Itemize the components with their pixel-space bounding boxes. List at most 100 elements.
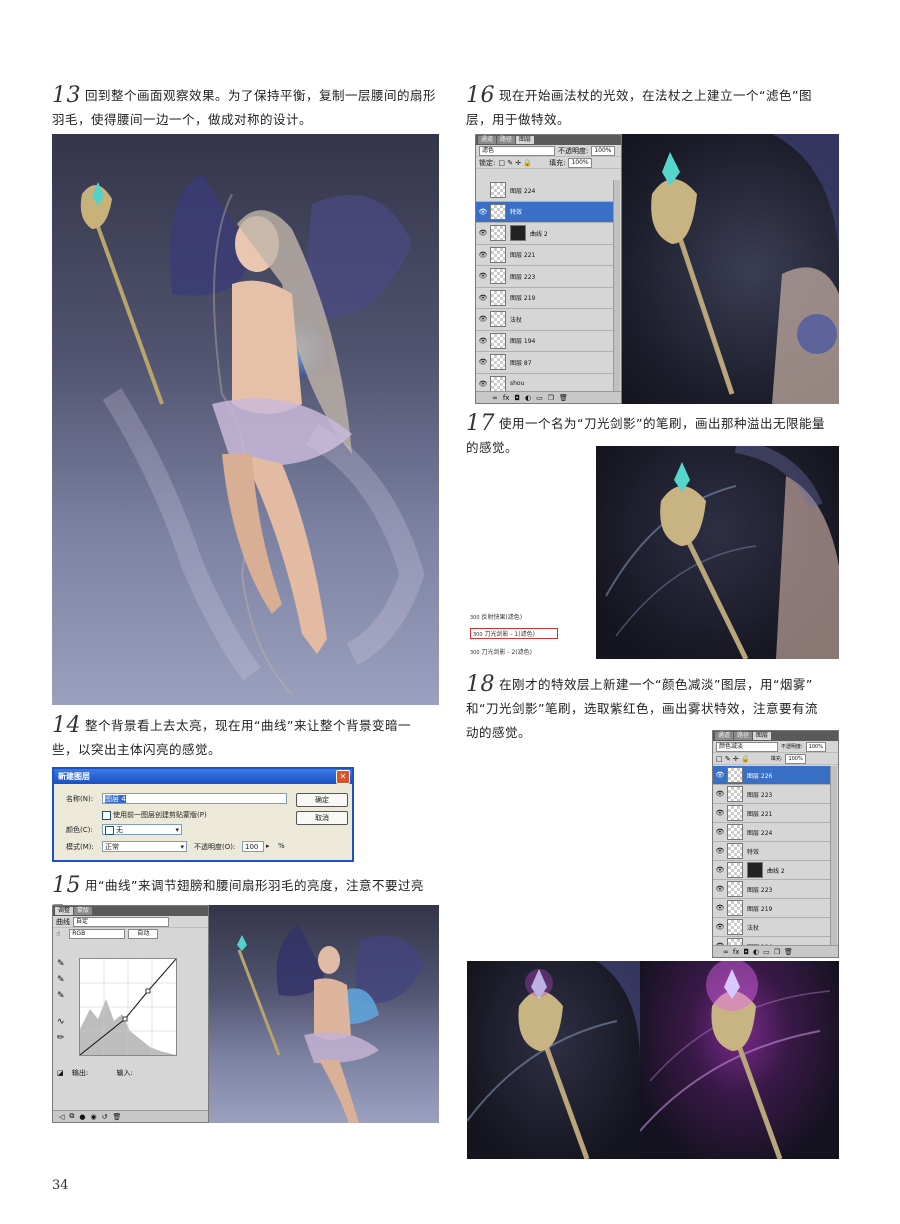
fill-input[interactable]: 100%	[568, 157, 592, 168]
tab-channels[interactable]: 通道	[478, 136, 497, 144]
layer-row[interactable]: 👁 曲线 2	[713, 861, 832, 880]
view-previous-icon[interactable]: ◉	[91, 1113, 97, 1121]
reset-icon[interactable]: ↺	[102, 1113, 108, 1121]
clip-mask-checkbox[interactable]: 使用前一图层创建剪贴蒙版(P)	[102, 810, 207, 820]
fx-icon[interactable]: fx	[733, 948, 740, 956]
eye-icon[interactable]: 👁	[476, 229, 490, 237]
folder-icon[interactable]: ▭	[536, 394, 543, 402]
eye-icon[interactable]: 👁	[476, 251, 490, 259]
layer-row[interactable]: 👁 图层 219	[713, 899, 832, 918]
channel-select[interactable]: RGB	[69, 929, 126, 939]
layer-row[interactable]: 👁 图层 221	[476, 245, 615, 266]
cancel-button[interactable]: 取消	[296, 811, 348, 825]
eye-icon[interactable]: 👁	[476, 358, 490, 366]
delete-icon[interactable]: 🗑	[112, 1113, 121, 1121]
brush-item-selected[interactable]: 300 刀光剑影 - 1(滤色)	[470, 628, 558, 639]
color-select[interactable]: 无 ▾	[102, 824, 182, 835]
tab-channels[interactable]: 通道	[715, 732, 734, 740]
eye-icon[interactable]: 👁	[476, 380, 490, 388]
tab-layers[interactable]: 图层	[753, 732, 772, 740]
eye-icon[interactable]: 👁	[713, 866, 727, 874]
layer-row[interactable]: 👁 特效	[713, 842, 832, 861]
link-icon[interactable]: ∞	[723, 948, 729, 956]
scrollbar[interactable]	[613, 180, 620, 391]
pencil-icon[interactable]: ✏	[57, 1030, 65, 1046]
delete-icon[interactable]: 🗑	[559, 394, 568, 402]
eye-icon[interactable]: 👁	[713, 904, 727, 912]
layer-row[interactable]: 👁 图层 194	[476, 331, 615, 352]
visibility-icon[interactable]: ●	[79, 1113, 85, 1121]
preset-select[interactable]: 自定	[73, 916, 169, 927]
opacity-input[interactable]: 100	[242, 841, 264, 852]
blend-mode-select[interactable]: 滤色	[479, 145, 555, 156]
eyedropper-white-icon[interactable]: ✎	[57, 988, 65, 1004]
eye-icon[interactable]: 👁	[713, 847, 727, 855]
auto-button[interactable]: 自动	[128, 929, 159, 939]
layer-row[interactable]: 👁 图层 219	[476, 288, 615, 309]
scrollbar[interactable]	[830, 766, 837, 945]
curve-graph[interactable]	[79, 958, 177, 1056]
brush-item[interactable]: 300 反射快果(滤色)	[470, 612, 522, 621]
new-layer-icon[interactable]: ❐	[774, 948, 780, 956]
eye-icon[interactable]: 👁	[713, 885, 727, 893]
opacity-input[interactable]: 100%	[591, 145, 615, 156]
tab-paths[interactable]: 路径	[734, 732, 753, 740]
layer-row[interactable]: 图层 224	[476, 180, 615, 202]
tab-layers[interactable]: 图层	[516, 136, 535, 144]
eyedropper-gray-icon[interactable]: ✎	[57, 972, 65, 988]
blend-mode-select[interactable]: 正常 ▾	[102, 841, 187, 852]
preset-value: 自定	[76, 917, 89, 925]
layer-row[interactable]: 👁 图层 224	[713, 823, 832, 842]
eye-icon[interactable]: 👁	[476, 208, 490, 216]
delete-icon[interactable]: 🗑	[784, 948, 793, 956]
curve-point-tool-icon[interactable]: ∿	[57, 1014, 65, 1030]
mask-icon[interactable]: ◘	[743, 948, 749, 956]
eye-icon[interactable]: 👁	[713, 828, 727, 836]
layer-thumbnail	[727, 919, 743, 935]
back-icon[interactable]: ◁	[59, 1113, 64, 1121]
eye-icon[interactable]: 👁	[476, 294, 490, 302]
lock-icons[interactable]: □ ✎ ✛ 🔒	[716, 755, 750, 763]
eye-icon[interactable]: 👁	[713, 771, 727, 779]
layer-row[interactable]: 👁 图层 87	[476, 352, 615, 374]
eye-icon[interactable]: 👁	[476, 315, 490, 323]
new-layer-icon[interactable]: ❐	[548, 394, 554, 402]
tab-paths[interactable]: 路径	[497, 136, 516, 144]
layer-row[interactable]: 👁 图层 223	[476, 266, 615, 288]
adjustment-icon[interactable]: ◐	[525, 394, 531, 402]
fx-icon[interactable]: fx	[503, 394, 510, 402]
layer-row[interactable]: 👁 特效	[476, 201, 615, 223]
lock-icons[interactable]: □ ✎ ✛ 🔒	[498, 159, 532, 167]
close-icon[interactable]: ✕	[336, 770, 350, 784]
fill-input[interactable]: 100%	[785, 753, 806, 764]
tab-adjustments[interactable]: 调整	[55, 907, 74, 915]
tab-masks[interactable]: 蒙版	[74, 907, 93, 915]
eye-icon[interactable]: 👁	[713, 790, 727, 798]
mask-icon[interactable]: ◘	[514, 394, 520, 402]
layer-row[interactable]: 👁 法杖	[713, 918, 832, 937]
layer-row[interactable]: 👁 法杖	[476, 309, 615, 331]
ok-button[interactable]: 确定	[296, 793, 348, 807]
eye-icon[interactable]: 👁	[476, 272, 490, 280]
layer-row[interactable]: 👁 图层 223	[713, 785, 832, 804]
blend-mode-select[interactable]: 颜色减淡	[716, 741, 778, 752]
layer-row[interactable]: 👁 图层 223	[713, 880, 832, 899]
link-icon[interactable]: ∞	[492, 394, 498, 402]
folder-icon[interactable]: ▭	[763, 948, 770, 956]
opacity-stepper-icon[interactable]: ▸	[266, 842, 270, 850]
layer-row[interactable]: 👁 图层 221	[713, 804, 832, 823]
adjustment-icon[interactable]: ◐	[753, 948, 759, 956]
clip-icon[interactable]: ⧉	[69, 1112, 74, 1121]
eye-icon[interactable]: 👁	[713, 809, 727, 817]
checkbox-icon[interactable]	[102, 810, 111, 820]
layer-name: 图层 221	[747, 810, 773, 818]
eyedropper-black-icon[interactable]: ✎	[57, 956, 65, 972]
layer-row[interactable]: 👁 曲线 2	[476, 223, 615, 245]
layer-row[interactable]: 👁 图层 226	[713, 766, 832, 785]
opacity-input[interactable]: 100%	[805, 741, 826, 752]
hand-tool-icon[interactable]: ☝	[56, 930, 60, 938]
brush-item[interactable]: 300 刀光剑影 - 2(滤色)	[470, 647, 532, 656]
eye-icon[interactable]: 👁	[476, 337, 490, 345]
eye-icon[interactable]: 👁	[713, 923, 727, 931]
layer-name-input[interactable]: 图层 4	[102, 793, 287, 804]
